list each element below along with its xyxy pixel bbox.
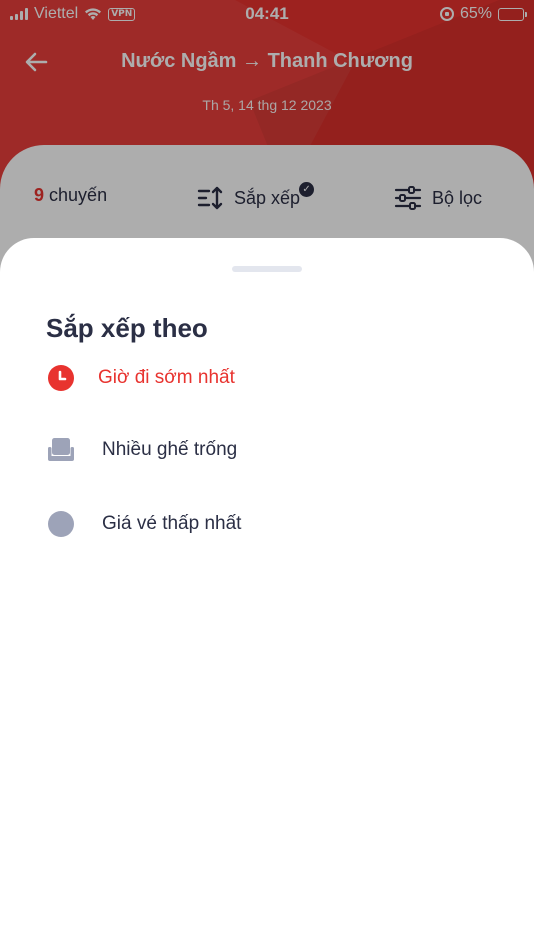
sort-option-lowest-price[interactable]: Giá vé thấp nhất (46, 504, 486, 544)
sheet-drag-handle[interactable] (232, 266, 302, 272)
sort-option-label: Nhiều ghế trống (102, 439, 238, 460)
sort-option-most-seats[interactable]: Nhiều ghế trống (46, 430, 486, 470)
coin-icon (46, 509, 76, 539)
sort-bottom-sheet: Sắp xếp theo Giờ đi sớm nhất Nhiều ghế t… (0, 238, 534, 950)
clock-icon (46, 363, 76, 393)
sort-option-label: Giá vé thấp nhất (102, 513, 242, 534)
seat-icon (46, 435, 76, 465)
sort-option-earliest[interactable]: Giờ đi sớm nhất (46, 358, 486, 398)
sheet-title: Sắp xếp theo (46, 313, 208, 343)
sort-option-label: Giờ đi sớm nhất (98, 367, 235, 388)
